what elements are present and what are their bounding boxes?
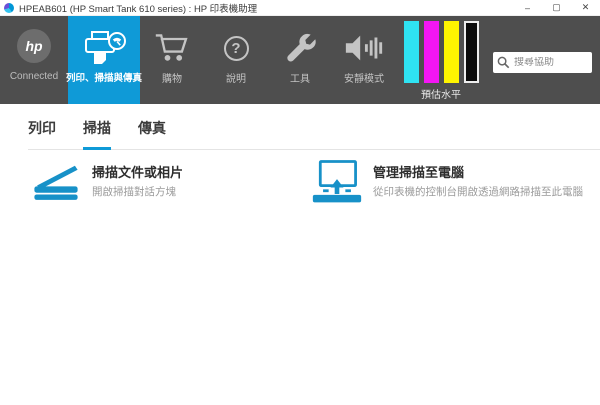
scan-item-title: 管理掃描至電腦	[373, 162, 583, 181]
main-toolbar: hp Connected 列印、掃描與傳真 購物	[0, 16, 600, 104]
cart-icon	[154, 28, 190, 68]
scanner-icon	[26, 157, 86, 205]
title-bar: HPEAB601 (HP Smart Tank 610 series) : HP…	[0, 0, 600, 16]
tab-print[interactable]: 列印	[28, 118, 56, 149]
ink-levels-label: 預估水平	[421, 86, 461, 101]
maximize-button[interactable]: ▢	[542, 0, 571, 15]
toolbar-item-label: 購物	[162, 70, 182, 85]
toolbar-item-label: 列印、掃描與傳真	[66, 70, 142, 84]
scan-to-computer-icon	[307, 157, 367, 205]
hp-logo-icon: hp	[17, 29, 51, 63]
ink-bar-cyan	[404, 21, 419, 83]
hp-connected-block[interactable]: hp Connected	[0, 16, 68, 104]
ink-bars	[404, 21, 479, 83]
toolbar-item-help[interactable]: ? 說明	[204, 16, 268, 104]
scan-document-or-photo-item[interactable]: 掃描文件或相片 開啟掃描對話方塊	[26, 157, 307, 205]
toolbar-item-shop[interactable]: 購物	[140, 16, 204, 104]
ink-bar-magenta	[424, 21, 439, 83]
close-button[interactable]: ✕	[571, 0, 600, 15]
search-area	[486, 16, 600, 104]
connected-label: Connected	[10, 71, 58, 82]
toolbar-item-print-scan-fax[interactable]: 列印、掃描與傳真	[68, 16, 140, 104]
toolbar-item-label: 工具	[290, 70, 310, 85]
search-box[interactable]	[493, 52, 592, 73]
toolbar-item-label: 安靜模式	[344, 70, 384, 85]
ink-bar-yellow	[444, 21, 459, 83]
ink-bar-black	[464, 21, 479, 83]
minimize-button[interactable]: –	[513, 0, 542, 15]
ink-levels-block[interactable]: 預估水平	[396, 16, 486, 104]
window-controls: – ▢ ✕	[513, 0, 600, 15]
tab-scan[interactable]: 掃描	[83, 118, 111, 150]
toolbar-item-tools[interactable]: 工具	[268, 16, 332, 104]
scan-item-title: 掃描文件或相片	[92, 162, 183, 181]
hp-logo-text: hp	[25, 38, 42, 54]
tab-bar: 列印 掃描 傳真	[28, 118, 600, 150]
tab-fax[interactable]: 傳真	[138, 118, 166, 149]
speaker-icon	[343, 28, 385, 68]
window-title: HPEAB601 (HP Smart Tank 610 series) : HP…	[19, 1, 513, 15]
scan-item-subtitle: 開啟掃描對話方塊	[92, 184, 183, 199]
manage-scan-to-computer-item[interactable]: 管理掃描至電腦 從印表機的控制台開啟透過網路掃描至此電腦	[307, 157, 588, 205]
scan-item-subtitle: 從印表機的控制台開啟透過網路掃描至此電腦	[373, 184, 583, 199]
app-icon	[4, 3, 14, 13]
search-input[interactable]	[514, 57, 588, 68]
toolbar-item-label: 說明	[226, 70, 246, 85]
help-icon: ?	[224, 28, 249, 68]
toolbar-item-quiet-mode[interactable]: 安靜模式	[332, 16, 396, 104]
search-icon	[497, 56, 510, 69]
wrench-icon	[284, 28, 316, 68]
scan-options: 掃描文件或相片 開啟掃描對話方塊 管理掃描至電腦 從印表機的控制台開啟透過網路掃…	[0, 150, 600, 205]
printer-fax-icon	[81, 28, 127, 68]
